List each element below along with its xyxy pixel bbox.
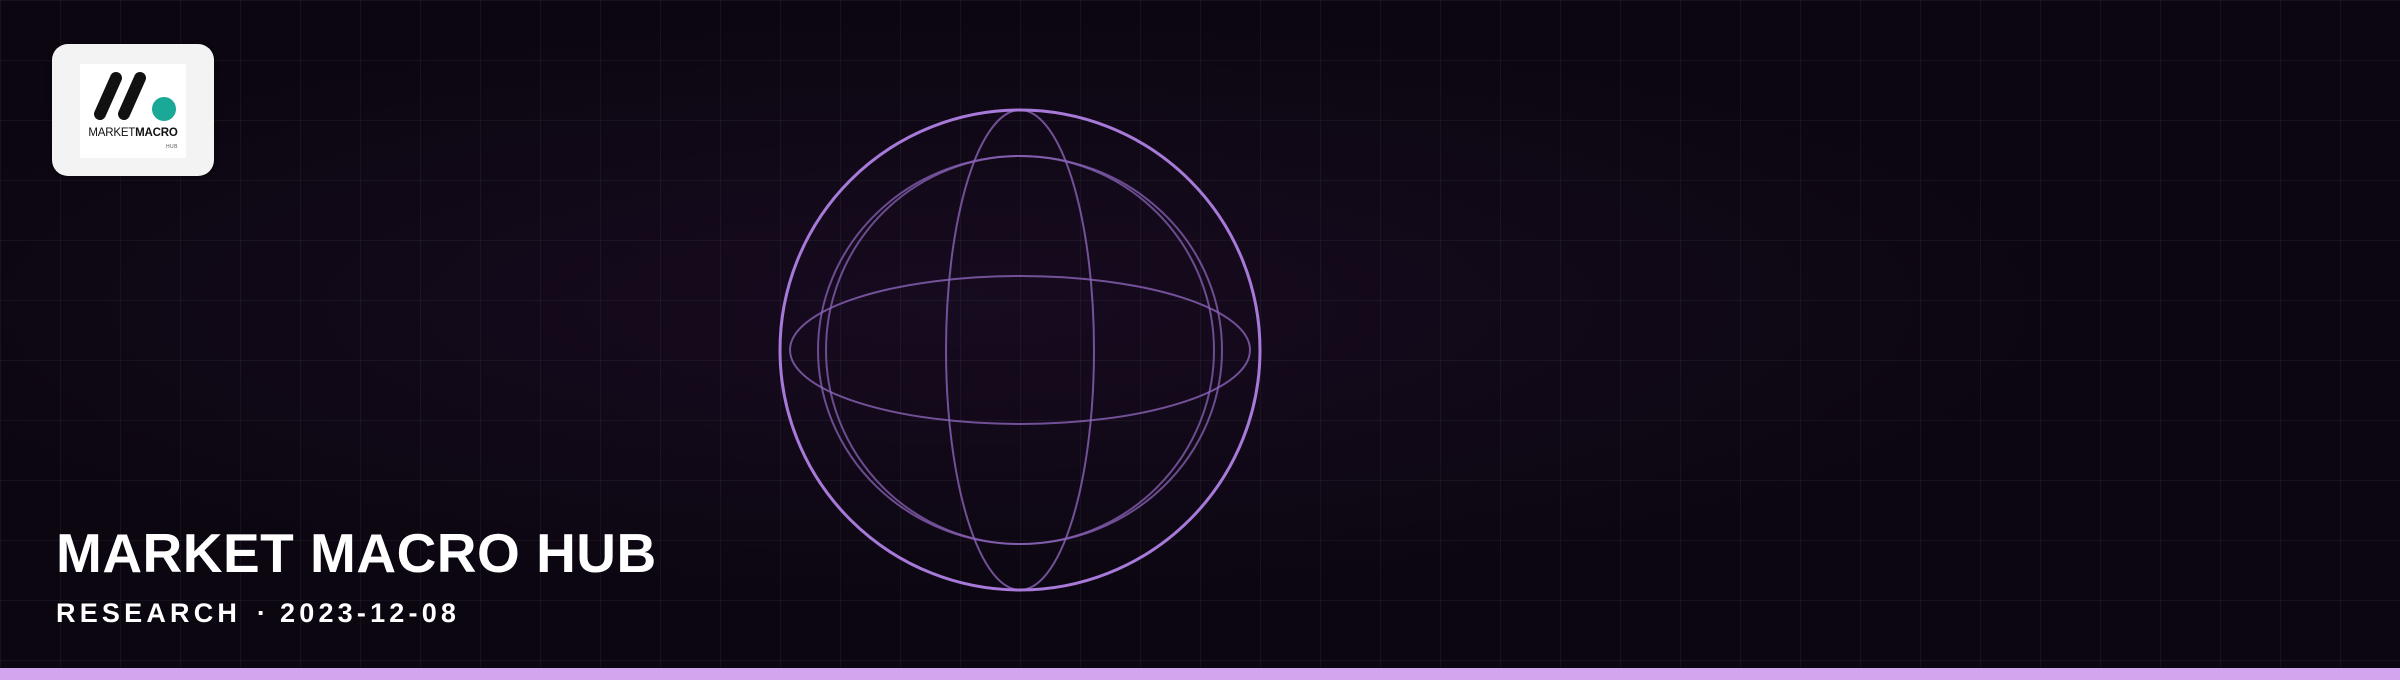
logo-wordmark: MARKETMACRO xyxy=(80,127,186,139)
logo: MARKETMACRO HUB xyxy=(80,64,186,158)
separator-dot: · xyxy=(256,598,271,628)
subtitle: RESEARCH · 2023-12-08 xyxy=(56,600,460,627)
page-title: MARKET MACRO HUB xyxy=(56,522,657,584)
hero-banner: MARKETMACRO HUB MARKET MACRO HUB RESEARC… xyxy=(0,0,2400,680)
date-label: 2023-12-08 xyxy=(280,598,461,628)
logo-wordmark-light: MARKET xyxy=(88,127,136,139)
market-macro-hub-logo-icon xyxy=(94,72,176,121)
wireframe-globe-icon xyxy=(778,108,1262,592)
category-label: RESEARCH xyxy=(56,598,242,628)
logo-wordmark-bold: MACRO xyxy=(135,127,178,139)
logo-sub: HUB xyxy=(165,144,178,150)
logo-card: MARKETMACRO HUB xyxy=(52,44,214,176)
accent-bar xyxy=(0,668,2400,680)
